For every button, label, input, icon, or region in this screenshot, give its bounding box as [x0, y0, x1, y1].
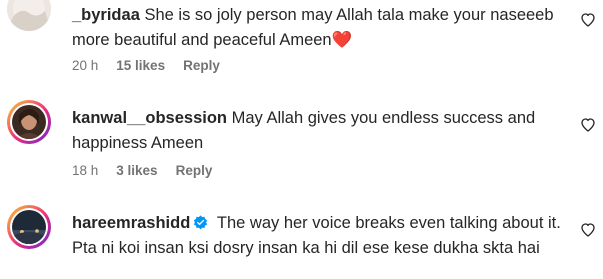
reply-button[interactable]: Reply	[176, 163, 213, 178]
avatar-image	[12, 210, 46, 244]
heart-emoji: ❤️	[331, 31, 353, 49]
comment-username[interactable]: kanwal__obsession	[72, 109, 227, 127]
comment-time[interactable]: 18 h	[72, 163, 98, 178]
heart-outline-icon[interactable]	[580, 12, 596, 28]
comment-username[interactable]: hareemrashidd	[72, 214, 190, 232]
avatar[interactable]	[7, 205, 51, 249]
comment-body: hareemrashidd The way her voice breaks e…	[72, 211, 572, 261]
heart-outline-icon[interactable]	[580, 117, 596, 133]
avatar[interactable]	[7, 0, 51, 31]
avatar-ring-gap	[10, 103, 48, 141]
verified-badge-icon	[194, 215, 208, 230]
comment-likes[interactable]: 3 likes	[116, 163, 157, 178]
avatar[interactable]	[7, 100, 51, 144]
comment-username[interactable]: _byridaa	[72, 6, 140, 24]
reply-button[interactable]: Reply	[183, 58, 220, 73]
comment-text: She is so joly person may Allah tala mak…	[72, 6, 554, 49]
avatar-image	[7, 0, 51, 31]
comment-meta: 18 h 3 likes Reply	[72, 163, 212, 178]
comment-meta: 20 h 15 likes Reply	[72, 58, 220, 73]
comment-body: _byridaa She is so joly person may Allah…	[72, 3, 572, 53]
heart-outline-icon[interactable]	[580, 222, 596, 238]
avatar-image	[12, 105, 46, 139]
avatar-ring-gap	[10, 208, 48, 246]
comment-time[interactable]: 20 h	[72, 58, 98, 73]
comment-likes[interactable]: 15 likes	[116, 58, 165, 73]
comment-body: kanwal__obsession May Allah gives you en…	[72, 106, 572, 156]
